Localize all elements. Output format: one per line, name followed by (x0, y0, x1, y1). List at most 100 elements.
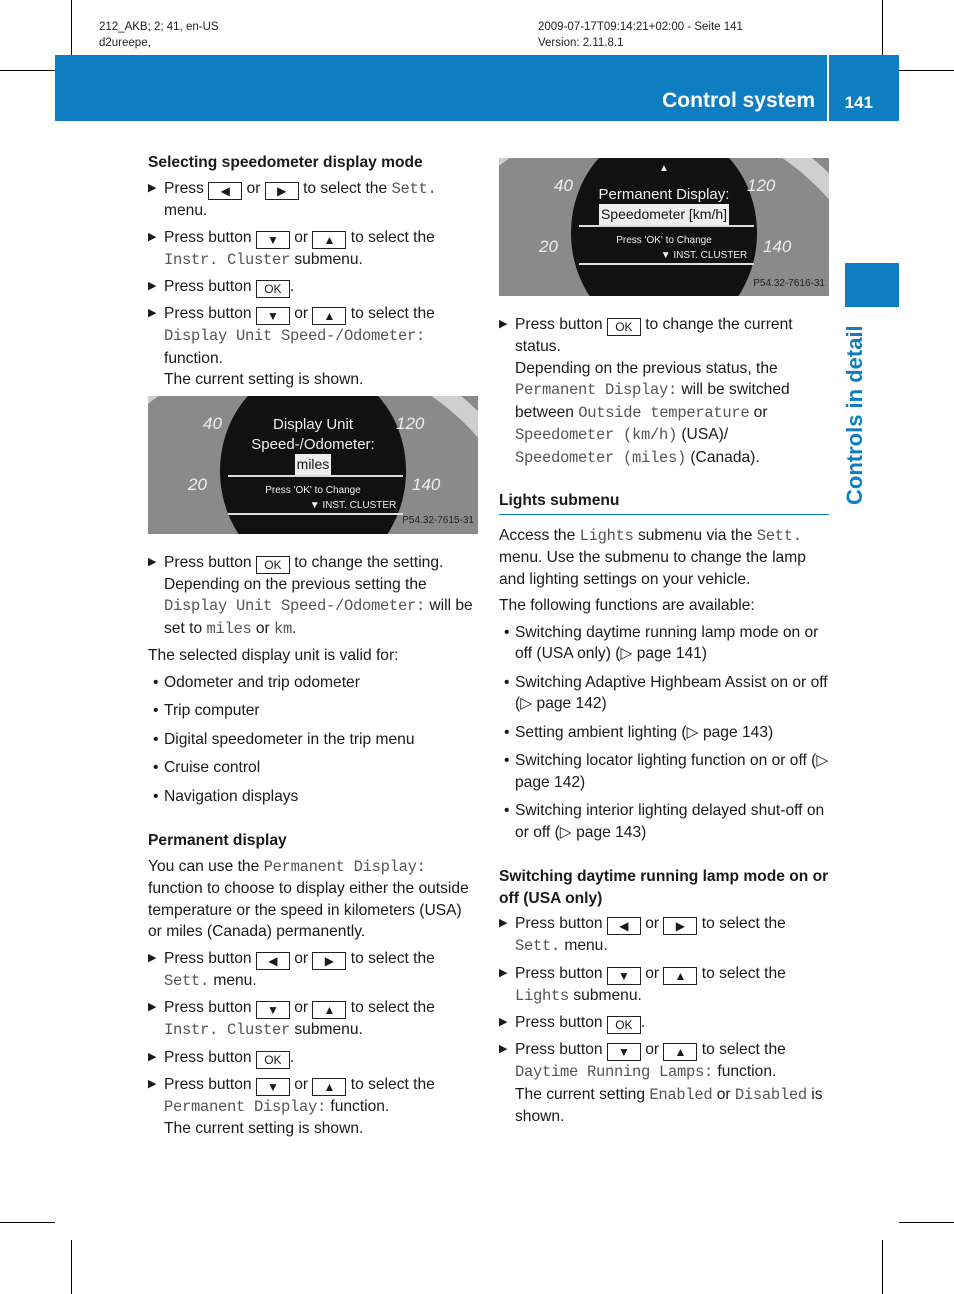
text: submenu. (290, 250, 363, 268)
chapter-tab (845, 263, 899, 307)
text: Press button (515, 964, 607, 982)
text: or (712, 1085, 735, 1103)
text: You can use the (148, 857, 264, 875)
text: to select the (697, 915, 786, 932)
display-heading: Speed-/Odometer: (251, 435, 375, 453)
image-reference-code: P54.32-7615-31 (402, 515, 474, 526)
bullet-item: Switching daytime running lamp mode on o… (499, 622, 829, 665)
instrument-cluster-image: 40 20 120 140 Display Unit Speed-/Odometer: mi… (148, 395, 478, 534)
display-text: Lights (579, 526, 634, 545)
bullet-item: Switching interior lighting delayed shut… (499, 800, 829, 843)
text: . (640, 1014, 646, 1031)
text: The following functions are available: (499, 597, 755, 614)
display-text: Display Unit Speed-/Odometer: (164, 327, 426, 345)
button-key-up: ▲ (312, 1077, 347, 1096)
text: Press button (164, 553, 256, 571)
text: . (292, 619, 297, 637)
crop-mark (882, 0, 883, 55)
text: Digital speedometer in the trip menu (164, 730, 415, 748)
text: Lights submenu (499, 492, 620, 509)
button-key-right: ▶ (663, 917, 698, 935)
button-key-down: ▼ (606, 966, 641, 985)
text: Switching daytime running lamp mode on o… (499, 868, 829, 907)
text: Press button (164, 949, 256, 967)
text: Depending on the previous setting the (164, 575, 427, 593)
crop-mark (71, 0, 72, 55)
meta-line: Version: 2.11.8.1 (538, 37, 624, 49)
instruction-step: Press button OK to change the setting. De… (148, 552, 478, 641)
chapter-label: Controls in detail (842, 325, 867, 505)
display-text: km (274, 619, 293, 638)
text: submenu. (569, 986, 642, 1004)
meta-line: 212_AKB; 2; 41, en-US (99, 21, 219, 33)
button-key-ok: OK (255, 280, 290, 298)
text: Switching locator lighting function on o… (515, 752, 829, 791)
text: Setting ambient lighting (▷ page 143) (515, 723, 774, 741)
meta-line: d2ureepe, (99, 37, 151, 49)
text: or (289, 999, 313, 1016)
text: (Canada). (686, 448, 760, 466)
instruction-step: Press button ◀ or ▶ to select the Sett. … (499, 913, 829, 958)
bullet-item: Switching Adaptive Highbeam Assist on or… (499, 672, 829, 715)
instruction-step: Press button ▼ or ▲ to select the Instr.… (148, 997, 478, 1042)
crop-mark (0, 70, 55, 71)
text: to select the (346, 1075, 435, 1093)
text: to select the (346, 228, 435, 246)
text: to change the setting. (289, 553, 444, 571)
crop-mark (71, 1240, 72, 1294)
paragraph: The following functions are available: (499, 595, 829, 617)
instruction-step: Press button ▼ or ▲ to select the Perman… (148, 1074, 478, 1140)
bullet-item: Switching locator lighting function on o… (499, 750, 829, 793)
text: function to choose to display either the… (148, 880, 469, 940)
text: or (289, 228, 313, 246)
display-divider (579, 225, 754, 227)
display-text: Instr. Cluster (164, 250, 291, 269)
button-key-right: ▶ (312, 951, 347, 970)
text: submenu. (290, 1021, 363, 1038)
text: or (749, 403, 768, 421)
text: Press button (164, 278, 256, 295)
button-key-left: ◀ (255, 951, 290, 970)
selected-value: Speedometer [km/h] (598, 204, 730, 226)
display-text: Outside temperature (578, 403, 750, 422)
selected-value: miles (294, 453, 332, 475)
button-key-left: ◀ (208, 181, 243, 200)
text: Press button (164, 999, 256, 1016)
text: or (289, 1075, 313, 1093)
text: to select the (346, 949, 435, 967)
bullet-item: Trip computer (148, 700, 478, 722)
instruction-step: Press button OK. (148, 1047, 478, 1069)
right-column: 40 20 120 140 ▲ Permanent Display: Speedometer… (499, 154, 829, 1133)
text: Switching Adaptive Highbeam Assist on or… (515, 673, 828, 713)
section-heading: Lights submenu (499, 490, 829, 515)
text: Odometer and trip odometer (164, 673, 360, 691)
text: The current setting is shown. (164, 371, 364, 388)
text: The current setting is shown. (164, 1120, 364, 1137)
text: Press button (515, 1041, 607, 1058)
section-title: Control system (662, 89, 815, 112)
text: function. (326, 1097, 390, 1115)
instruction-step: Press button ▼ or ▲ to select the Daytim… (499, 1039, 829, 1128)
section-heading: Permanent display (148, 830, 478, 852)
display-text: Permanent Display: (164, 1097, 327, 1116)
print-meta-left: 212_AKB; 2; 41, en-US d2ureepe, (99, 19, 219, 51)
display-text: Speedometer (km/h) (515, 426, 678, 444)
button-key-up: ▲ (663, 1043, 698, 1061)
text: to select the (346, 999, 435, 1016)
instruction-step: Press button OK to change the current st… (499, 314, 829, 469)
text: Press (164, 179, 209, 197)
up-arrow-icon: ▲ (659, 163, 669, 174)
selected-value-row: Speedometer [km/h] (499, 204, 829, 226)
button-key-up: ▲ (663, 966, 698, 985)
crop-mark (0, 1222, 55, 1223)
display-text: Permanent Display: (515, 381, 678, 399)
crop-mark (882, 1240, 883, 1294)
text: function. (713, 1063, 777, 1080)
section-heading: Switching daytime running lamp mode on o… (499, 866, 829, 909)
text: or (640, 915, 664, 932)
text: Press button (164, 1075, 256, 1093)
print-meta-right: 2009-07-17T09:14:21+02:00 - Seite 141 Ve… (538, 19, 743, 51)
display-divider (228, 512, 403, 515)
